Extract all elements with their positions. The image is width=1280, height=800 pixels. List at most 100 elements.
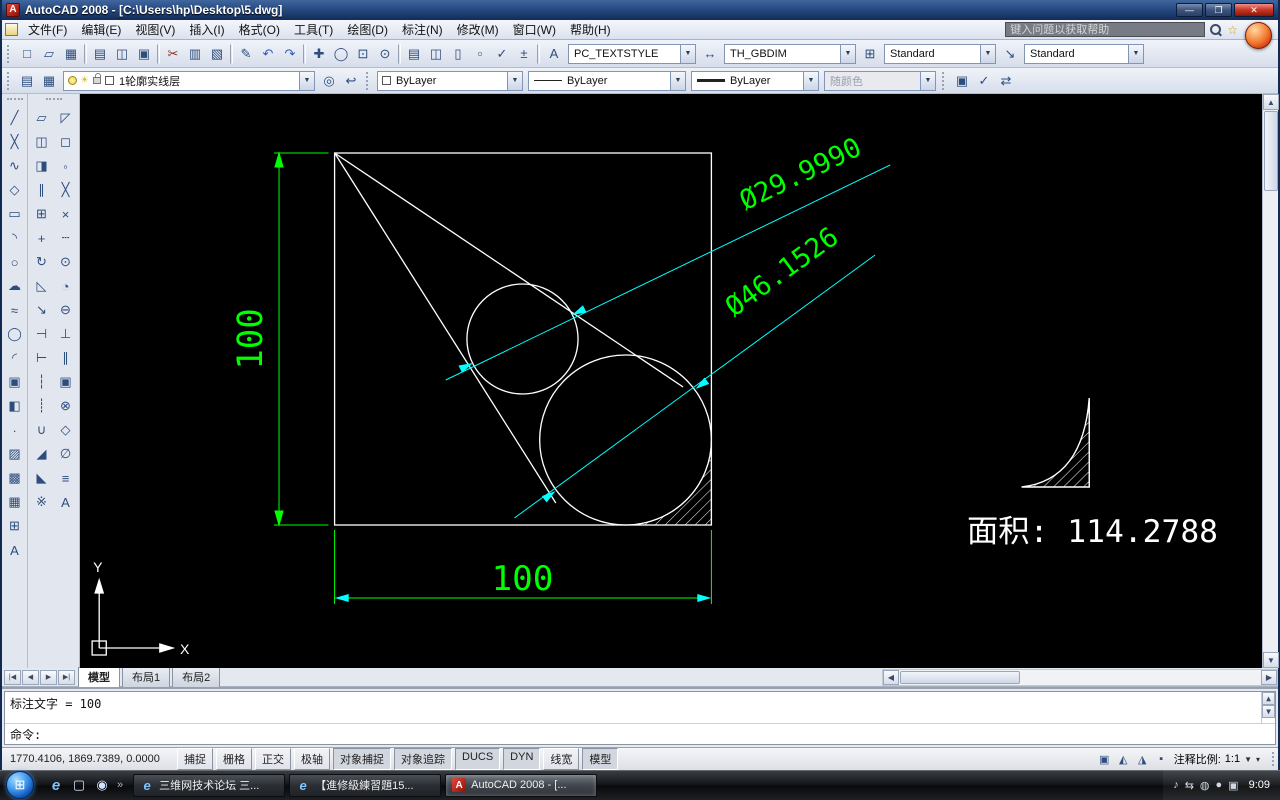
taskbar-button-forum[interactable]: e 三维网技术论坛 三... — [133, 773, 286, 797]
toggle-otrack[interactable]: 对象追踪 — [394, 748, 452, 770]
polyline-icon[interactable]: ∿ — [3, 154, 27, 178]
cut-icon[interactable]: ✂ — [162, 43, 184, 65]
stretch-icon[interactable]: ↘ — [30, 298, 54, 322]
snap-insert-icon[interactable]: ▣ — [54, 370, 78, 394]
quick-launch-desktop-icon[interactable]: ▢ — [69, 775, 89, 795]
zoom-previous-icon[interactable]: ⊙ — [374, 43, 396, 65]
make-object-layer-current-icon[interactable]: ◎ — [318, 70, 340, 92]
erase-icon[interactable]: ▱ — [30, 106, 54, 130]
tray-network-icon[interactable]: ⇆ — [1185, 779, 1194, 792]
chevron-down-icon[interactable]: ▼ — [1244, 755, 1252, 764]
array-icon[interactable]: ⊞ — [30, 202, 54, 226]
circle-icon[interactable]: ○ — [3, 250, 27, 274]
toolbar-grip[interactable] — [45, 98, 62, 103]
scale-icon[interactable]: ◺ — [30, 274, 54, 298]
polygon-icon[interactable]: ◇ — [3, 178, 27, 202]
scroll-down-icon[interactable]: ▼ — [1262, 705, 1275, 718]
resize-grip[interactable] — [1266, 752, 1274, 766]
favorites-star-icon[interactable]: ☆ — [1227, 23, 1238, 37]
snap-parallel-icon[interactable]: ∥ — [54, 346, 78, 370]
tool-palettes-icon[interactable]: ▯ — [447, 43, 469, 65]
ellipse-arc-icon[interactable]: ◜ — [3, 346, 27, 370]
annotation-autoscale-icon[interactable]: ◮ — [1134, 751, 1151, 768]
break-at-point-icon[interactable]: ┆ — [30, 370, 54, 394]
join-icon[interactable]: ∪ — [30, 418, 54, 442]
tab-layout1[interactable]: 布局1 — [122, 667, 171, 687]
save-icon[interactable]: ▦ — [60, 43, 82, 65]
tray-language-icon[interactable]: ▣ — [1228, 779, 1238, 792]
scroll-up-icon[interactable]: ▲ — [1263, 94, 1279, 110]
toggle-ducs[interactable]: DUCS — [455, 748, 501, 770]
snap-intersection-icon[interactable]: ╳ — [54, 178, 78, 202]
table-icon[interactable]: ⊞ — [3, 514, 27, 538]
chevron-down-icon[interactable]: ▼ — [840, 44, 855, 63]
toolbar-grip[interactable] — [6, 98, 23, 103]
text-style-combo[interactable]: PC_TEXTSTYLE ▼ — [568, 43, 696, 64]
redo-icon[interactable]: ↷ — [279, 43, 301, 65]
insert-block-icon[interactable]: ▣ — [3, 370, 27, 394]
snap-tangent-icon[interactable]: ⊖ — [54, 298, 78, 322]
vertical-scroll-track[interactable] — [1263, 192, 1278, 652]
quick-launch-more-icon[interactable]: » — [115, 779, 125, 791]
snap-apparent-icon[interactable]: × — [54, 202, 78, 226]
ellipse-icon[interactable]: ◯ — [3, 322, 27, 346]
mirror-icon[interactable]: ◨ — [30, 154, 54, 178]
horizontal-scroll-track[interactable] — [1021, 671, 1261, 684]
cleanscreen-icon[interactable]: ▪ — [1153, 751, 1170, 768]
snap-center-icon[interactable]: ⊙ — [54, 250, 78, 274]
lineweight-combo[interactable]: ByLayer ▼ — [691, 70, 819, 91]
close-button[interactable]: ✕ — [1234, 3, 1274, 17]
tab-nav-prev[interactable]: ◀ — [22, 669, 39, 685]
match-properties-icon[interactable]: ✎ — [235, 43, 257, 65]
chevron-down-icon[interactable]: ▼ — [680, 44, 695, 63]
horizontal-scroll-thumb[interactable] — [900, 670, 1020, 684]
quick-launch-media-icon[interactable]: ◉ — [92, 775, 112, 795]
plot-preview-icon[interactable]: ◫ — [111, 43, 133, 65]
hatch-icon[interactable]: ▨ — [3, 442, 27, 466]
quickcalc-icon[interactable]: ± — [513, 43, 535, 65]
toolbar-grip[interactable] — [366, 71, 371, 90]
pan-icon[interactable]: ✚ — [308, 43, 330, 65]
open-file-icon[interactable]: ▱ — [38, 43, 60, 65]
layer-on-icon[interactable] — [68, 76, 77, 85]
annotation-visibility-icon[interactable]: ◭ — [1115, 751, 1132, 768]
rotate-icon[interactable]: ↻ — [30, 250, 54, 274]
scroll-right-icon[interactable]: ▶ — [1261, 669, 1277, 685]
toggle-polar[interactable]: 极轴 — [294, 748, 330, 770]
snap-extension-icon[interactable]: ┄ — [54, 226, 78, 250]
layer-lock-icon[interactable] — [92, 73, 101, 84]
tray-volume-icon[interactable]: ♪ — [1173, 779, 1179, 792]
plot-icon[interactable]: ▤ — [89, 43, 111, 65]
help-search-input[interactable] — [1005, 22, 1206, 37]
text-style-icon[interactable]: A — [543, 43, 565, 65]
tab-model[interactable]: 模型 — [78, 667, 120, 687]
tab-nav-next[interactable]: ▶ — [40, 669, 57, 685]
status-menu-arrow-icon[interactable]: ▾ — [1256, 755, 1260, 764]
mtext-icon[interactable]: A — [54, 490, 78, 514]
move-icon[interactable]: + — [30, 226, 54, 250]
chevron-down-icon[interactable]: ▼ — [803, 71, 818, 90]
standards-icon[interactable]: ▣ — [951, 70, 973, 92]
zoom-window-icon[interactable]: ⊡ — [352, 43, 374, 65]
layer-combo[interactable]: ☀ 1轮廓实线层 ▼ — [63, 70, 315, 91]
revision-cloud-icon[interactable]: ☁ — [3, 274, 27, 298]
tray-antivirus-icon[interactable]: ● — [1216, 779, 1223, 792]
paste-icon[interactable]: ▧ — [206, 43, 228, 65]
chevron-down-icon[interactable]: ▼ — [507, 71, 522, 90]
chamfer-icon[interactable]: ◢ — [30, 442, 54, 466]
layer-previous-icon[interactable]: ↩ — [340, 70, 362, 92]
layer-properties-manager-icon[interactable]: ▤ — [16, 70, 38, 92]
layer-freeze-icon[interactable]: ☀ — [80, 75, 89, 86]
dim-style-combo[interactable]: TH_GBDIM ▼ — [724, 43, 856, 64]
make-block-icon[interactable]: ◧ — [3, 394, 27, 418]
sheetset-manager-icon[interactable]: ▫ — [469, 43, 491, 65]
vertical-scroll-thumb[interactable] — [1264, 111, 1278, 191]
tab-nav-last[interactable]: ▶| — [58, 669, 75, 685]
chevron-down-icon[interactable]: ▼ — [299, 71, 314, 90]
toolbar-grip[interactable] — [942, 71, 947, 90]
toggle-model[interactable]: 模型 — [582, 748, 619, 770]
toolbar-grip[interactable] — [7, 44, 12, 63]
construction-line-icon[interactable]: ╳ — [3, 130, 27, 154]
toggle-osnap[interactable]: 对象捕捉 — [333, 748, 391, 770]
snap-none-icon[interactable]: ∅ — [54, 442, 78, 466]
